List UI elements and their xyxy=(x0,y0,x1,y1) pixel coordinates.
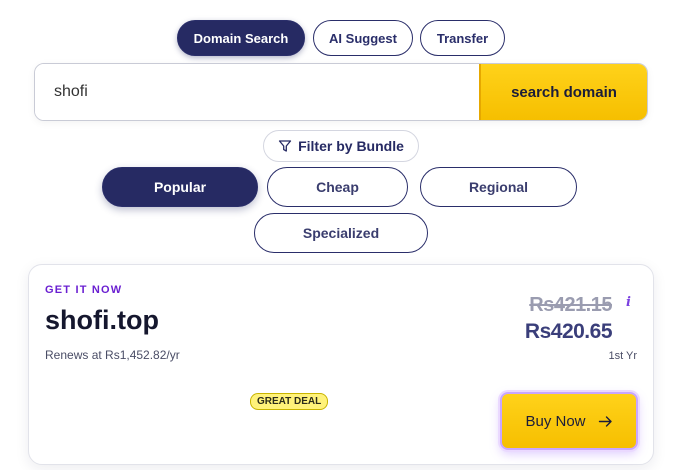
buy-now-button[interactable]: Buy Now xyxy=(500,392,638,450)
buy-now-label: Buy Now xyxy=(525,412,586,430)
original-price: Rs421.15 xyxy=(529,294,612,316)
funnel-icon xyxy=(278,140,292,152)
search-mode-tabs: Domain Search AI Suggest Transfer xyxy=(0,20,675,56)
bundle-regional[interactable]: Regional xyxy=(420,167,577,207)
bundle-popular[interactable]: Popular xyxy=(102,167,258,207)
domain-search-input[interactable] xyxy=(35,64,479,120)
card-eyebrow: GET IT NOW xyxy=(45,284,123,296)
tab-transfer[interactable]: Transfer xyxy=(420,20,505,56)
great-deal-badge: GREAT DEAL xyxy=(250,393,329,410)
arrow-right-icon xyxy=(598,415,612,427)
price-period: 1st Yr xyxy=(608,350,637,362)
renewal-price: Renews at Rs1,452.82/yr xyxy=(45,348,180,362)
filter-by-bundle-button[interactable]: Filter by Bundle xyxy=(263,130,419,162)
info-icon[interactable]: i xyxy=(626,295,631,310)
current-price: Rs420.65 xyxy=(524,320,613,343)
domain-result-card: GET IT NOW shofi.top Renews at Rs1,452.8… xyxy=(28,264,654,465)
tab-ai-suggest[interactable]: AI Suggest xyxy=(313,20,413,56)
domain-name: shofi.top xyxy=(45,305,159,335)
bundle-specialized[interactable]: Specialized xyxy=(254,213,428,253)
tab-domain-search[interactable]: Domain Search xyxy=(177,20,305,56)
filter-label: Filter by Bundle xyxy=(298,138,404,154)
domain-search-bar: search domain xyxy=(34,63,648,121)
search-domain-button[interactable]: search domain xyxy=(479,64,647,120)
bundle-cheap[interactable]: Cheap xyxy=(267,167,408,207)
